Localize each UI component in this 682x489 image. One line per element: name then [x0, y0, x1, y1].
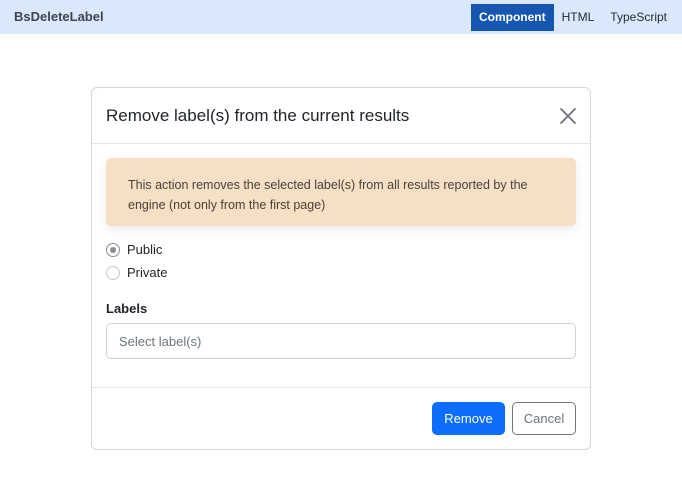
modal-footer: Remove Cancel: [92, 387, 590, 451]
modal-header: Remove label(s) from the current results: [92, 88, 590, 144]
labels-heading: Labels: [106, 301, 148, 316]
cancel-button[interactable]: Cancel: [512, 402, 576, 435]
tab-component[interactable]: Component: [470, 4, 554, 31]
remove-labels-modal: Remove label(s) from the current results…: [91, 87, 591, 450]
radio-public-indicator[interactable]: [106, 242, 120, 257]
radio-private-label: Private: [127, 265, 168, 280]
app-title: BsDeleteLabel: [14, 9, 104, 24]
view-tabs: Component HTML TypeScript: [470, 4, 675, 31]
warning-alert: This action removes the selected label(s…: [106, 158, 576, 226]
modal-title: Remove label(s) from the current results: [106, 106, 410, 125]
tab-html[interactable]: HTML: [554, 4, 603, 31]
radio-private[interactable]: Private: [106, 265, 167, 280]
labels-input[interactable]: [106, 323, 576, 359]
radio-public[interactable]: Public: [106, 242, 162, 257]
close-icon: [560, 108, 576, 124]
tab-typescript[interactable]: TypeScript: [602, 4, 675, 31]
radio-private-indicator[interactable]: [106, 265, 120, 280]
close-button[interactable]: [558, 106, 578, 126]
top-bar: BsDeleteLabel Component HTML TypeScript: [0, 0, 682, 34]
radio-public-label: Public: [127, 242, 163, 257]
remove-button[interactable]: Remove: [432, 402, 505, 435]
